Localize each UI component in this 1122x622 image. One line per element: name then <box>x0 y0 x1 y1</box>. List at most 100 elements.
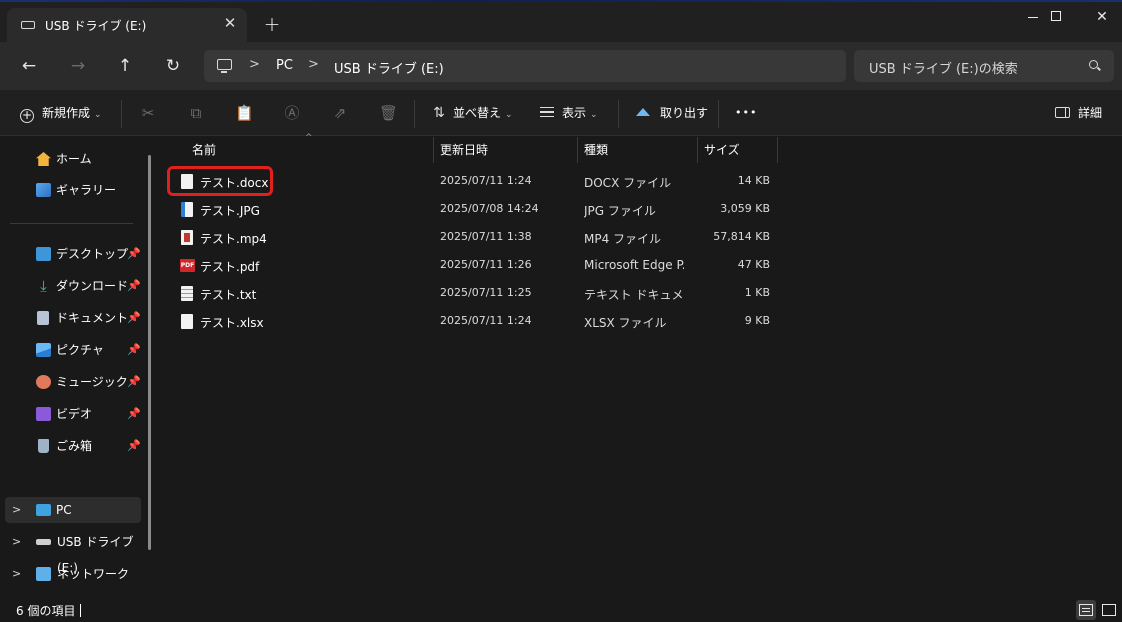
search-placeholder: USB ドライブ (E:)の検索 <box>869 62 1018 77</box>
chevron-right-icon[interactable]: > <box>12 529 21 555</box>
eject-button[interactable]: 取り出す <box>636 102 708 124</box>
search-input[interactable]: USB ドライブ (E:)の検索 <box>854 50 1114 82</box>
file-size: 14 KB <box>737 174 770 187</box>
sidebar-scrollbar[interactable] <box>148 155 151 550</box>
cut-icon[interactable]: ✂ <box>139 104 157 122</box>
column-divider[interactable] <box>433 137 434 163</box>
tiles-view-button[interactable] <box>1099 600 1119 620</box>
sidebar-item-pc[interactable]: > PC <box>5 497 141 523</box>
pin-icon[interactable]: 📌 <box>127 273 141 299</box>
pc-icon <box>217 59 232 73</box>
breadcrumb-separator: > <box>249 57 260 72</box>
file-date: 2025/07/11 1:24 <box>440 314 532 327</box>
file-date: 2025/07/11 1:26 <box>440 258 532 271</box>
sidebar-item-home[interactable]: ホーム <box>0 146 142 172</box>
pin-icon[interactable]: 📌 <box>127 305 141 331</box>
tab-usb-drive[interactable]: USB ドライブ (E:) ✕ <box>7 8 247 42</box>
sort-button[interactable]: ⇅ 並べ替え ⌄ <box>431 102 512 124</box>
sidebar-item-desktop[interactable]: デスクトップ 📌 <box>0 241 142 267</box>
breadcrumb-pc[interactable]: PC <box>276 58 293 73</box>
sidebar-item-network[interactable]: > ネットワーク <box>0 561 142 587</box>
maximize-button[interactable] <box>1033 6 1079 28</box>
tab-title: USB ドライブ (E:) <box>45 19 147 33</box>
file-size: 9 KB <box>744 314 770 327</box>
view-button[interactable]: 表示 ⌄ <box>540 102 598 124</box>
sidebar-item-recycle-bin[interactable]: ごみ箱 📌 <box>0 433 142 459</box>
more-options-button[interactable]: ••• <box>735 102 757 124</box>
sidebar-item-label: ピクチャ <box>56 343 104 357</box>
new-label: 新規作成 <box>42 106 91 120</box>
file-row[interactable]: PDF テスト.pdf 2025/07/11 1:26 Microsoft Ed… <box>161 251 781 279</box>
column-header-size[interactable]: サイズ <box>704 137 740 163</box>
up-button[interactable]: ↑ <box>113 54 137 78</box>
sidebar-item-label: ビデオ <box>56 407 93 421</box>
pin-icon[interactable]: 📌 <box>127 241 141 267</box>
file-type: JPG ファイル <box>584 204 656 218</box>
divider <box>414 100 415 128</box>
sort-ascending-icon: ^ <box>305 133 313 143</box>
new-button[interactable]: + 新規作成 ⌄ <box>20 102 102 124</box>
sidebar-item-videos[interactable]: ビデオ 📌 <box>0 401 142 427</box>
copy-icon[interactable]: ⧉ <box>187 104 205 122</box>
file-row[interactable]: テスト.JPG 2025/07/08 14:24 JPG ファイル 3,059 … <box>161 195 781 223</box>
column-divider[interactable] <box>697 137 698 163</box>
close-window-button[interactable]: ✕ <box>1079 6 1122 28</box>
sort-icon: ⇅ <box>433 105 445 121</box>
address-bar[interactable]: > PC > USB ドライブ (E:) <box>204 50 846 82</box>
column-header-name[interactable]: 名前 <box>192 137 216 163</box>
command-bar: + 新規作成 ⌄ ✂ ⧉ 📋 Ⓐ ⇗ 🗑 ⇅ 並べ替え ⌄ 表示 ⌄ 取り出す ••• 詳… <box>0 90 1122 136</box>
paste-icon[interactable]: 📋 <box>235 104 254 122</box>
pin-icon[interactable]: 📌 <box>127 433 141 459</box>
jpg-file-icon <box>181 202 193 217</box>
details-view-button[interactable] <box>1076 600 1096 620</box>
column-divider[interactable] <box>577 137 578 163</box>
drive-icon <box>21 21 35 29</box>
pin-icon[interactable]: 📌 <box>127 401 141 427</box>
sidebar-item-documents[interactable]: ドキュメント 📌 <box>0 305 142 331</box>
music-icon <box>36 375 51 389</box>
back-button[interactable]: ← <box>17 54 41 78</box>
sidebar-item-music[interactable]: ミュージック 📌 <box>0 369 142 395</box>
sidebar-item-gallery[interactable]: ギャラリー <box>0 177 142 203</box>
file-row[interactable]: テスト.xlsx 2025/07/11 1:24 XLSX ファイル 9 KB <box>161 307 781 335</box>
forward-button[interactable]: → <box>66 54 90 78</box>
sidebar-item-label: ネットワーク <box>57 567 130 581</box>
highlight-box <box>167 166 273 196</box>
usb-drive-icon <box>36 539 51 545</box>
rename-icon[interactable]: Ⓐ <box>283 104 301 122</box>
video-icon <box>36 407 51 421</box>
refresh-button[interactable]: ↻ <box>161 54 185 78</box>
eject-icon <box>636 108 650 116</box>
sidebar-item-downloads[interactable]: ⤓ ダウンロード 📌 <box>0 273 142 299</box>
chevron-right-icon[interactable]: > <box>12 497 21 523</box>
column-header-type[interactable]: 種類 <box>584 137 608 163</box>
new-tab-button[interactable]: + <box>262 13 282 35</box>
sidebar-item-pictures[interactable]: ピクチャ 📌 <box>0 337 142 363</box>
file-row[interactable]: テスト.mp4 2025/07/11 1:38 MP4 ファイル 57,814 … <box>161 223 781 251</box>
title-bar: USB ドライブ (E:) ✕ + ✕ <box>0 0 1122 42</box>
sidebar-item-label: PC <box>56 503 72 517</box>
pin-icon[interactable]: 📌 <box>127 369 141 395</box>
file-type: Microsoft Edge P... <box>584 258 684 272</box>
chevron-right-icon[interactable]: > <box>12 561 21 587</box>
home-icon <box>36 152 51 166</box>
tab-close-button[interactable]: ✕ <box>221 13 239 33</box>
delete-icon[interactable]: 🗑 <box>379 104 398 122</box>
sidebar-item-label: ダウンロード <box>56 279 129 293</box>
download-icon: ⤓ <box>40 277 47 295</box>
share-icon[interactable]: ⇗ <box>331 104 349 122</box>
details-button[interactable]: 詳細 <box>1055 102 1102 124</box>
file-date: 2025/07/11 1:38 <box>440 230 532 243</box>
column-header-modified[interactable]: 更新日時 <box>440 137 488 163</box>
file-row[interactable]: テスト.txt 2025/07/11 1:25 テキスト ドキュメント 1 KB <box>161 279 781 307</box>
pictures-icon <box>36 343 51 357</box>
view-label: 表示 <box>562 106 587 120</box>
pin-icon[interactable]: 📌 <box>127 337 141 363</box>
breadcrumb-usb-drive[interactable]: USB ドライブ (E:) <box>334 58 444 77</box>
file-date: 2025/07/11 1:24 <box>440 174 532 187</box>
details-view-icon <box>1079 604 1093 616</box>
desktop-icon <box>36 247 51 261</box>
sidebar-item-usb-drive[interactable]: > USB ドライブ (E:) <box>0 529 142 575</box>
pc-icon <box>36 504 51 516</box>
column-divider[interactable] <box>777 137 778 163</box>
